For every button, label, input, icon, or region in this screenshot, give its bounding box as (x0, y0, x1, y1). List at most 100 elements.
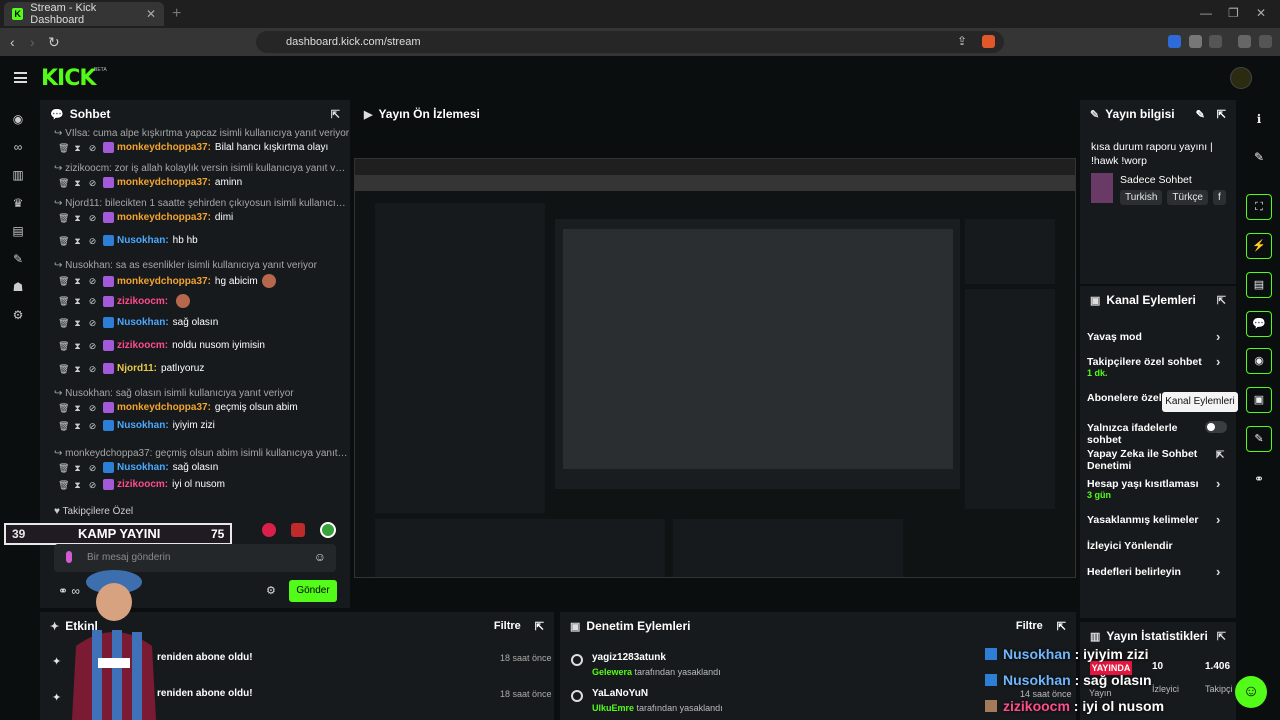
chevron-right-icon[interactable]: › (1216, 329, 1220, 344)
chat-username[interactable]: zizikoocm: (117, 479, 168, 490)
edit-icon[interactable]: ✎ (1196, 108, 1205, 121)
delete-icon[interactable]: 🗑 (58, 296, 69, 306)
emote-icon[interactable] (291, 523, 305, 537)
timeout-icon[interactable]: ⧗ (73, 480, 82, 490)
ban-icon[interactable]: ⊘ (88, 236, 97, 246)
chat-username[interactable]: zizikoocm: (117, 296, 168, 307)
library-icon[interactable]: ▤ (11, 224, 25, 238)
chat-message[interactable]: ↪ monkeydchoppa37: geçmiş olsun abim isi… (50, 448, 350, 473)
timeout-icon[interactable]: ⧗ (73, 178, 82, 188)
chat-message[interactable]: 🗑 ⧗ ⊘ zizikoocm: iyi ol nusom (50, 479, 350, 490)
popout-icon[interactable]: ⇱ (1217, 294, 1226, 307)
chat-username[interactable]: monkeydchoppa37: (117, 177, 211, 188)
ban-icon[interactable]: ⊘ (88, 296, 97, 306)
timeout-icon[interactable]: ⧗ (73, 341, 82, 351)
chat-message[interactable]: ↪ Nusokhan: sağ olasın isimli kullanıcıy… (50, 388, 350, 413)
chat-username[interactable]: Nusokhan: (117, 462, 169, 473)
channel-action-item[interactable]: Takipçilere özel sohbet 1 dk. (1087, 356, 1207, 378)
emote-icon[interactable] (262, 523, 276, 537)
settings-gear-icon[interactable]: ⚙ (266, 584, 276, 597)
chat-username[interactable]: Njord11: (117, 363, 157, 374)
maximize-icon[interactable]: ❐ (1228, 6, 1239, 20)
banned-user[interactable]: yagiz1283atunk (592, 652, 666, 663)
chat-button[interactable]: 💬 (1246, 311, 1272, 337)
tag[interactable]: f (1212, 190, 1226, 205)
chat-username[interactable]: monkeydchoppa37: (117, 402, 211, 413)
support-chat-icon[interactable]: ☺ (1235, 676, 1267, 708)
send-button[interactable]: Gönder (289, 580, 337, 602)
bolt-button[interactable]: ⚡ (1246, 233, 1272, 259)
chat-message[interactable]: ↪ zizikoocm: zor iş allah kolaylık versi… (50, 163, 350, 188)
emoji-icon[interactable]: ☺ (314, 550, 326, 564)
browser-tab[interactable]: K Stream - Kick Dashboard ✕ (4, 2, 164, 26)
timeout-icon[interactable]: ⧗ (73, 276, 82, 286)
channel-action-item[interactable]: Yavaş mod (1087, 331, 1207, 343)
delete-icon[interactable]: 🗑 (58, 213, 69, 223)
channel-action-item[interactable]: Yapay Zeka ile Sohbet Denetimi (1087, 448, 1207, 472)
timeout-icon[interactable]: ⧗ (73, 463, 82, 473)
kick-logo[interactable]: KICK (41, 66, 96, 91)
delete-icon[interactable]: 🗑 (58, 178, 69, 188)
new-tab-icon[interactable]: + (172, 5, 181, 23)
delete-icon[interactable]: 🗑 (58, 143, 69, 153)
chat-username[interactable]: monkeydchoppa37: (117, 142, 211, 153)
delete-icon[interactable]: 🗑 (58, 403, 69, 413)
share-icon[interactable]: ⇪ (957, 34, 967, 48)
delete-icon[interactable]: 🗑 (58, 364, 69, 374)
timeout-icon[interactable]: ⧗ (73, 403, 82, 413)
ban-icon[interactable]: ⊘ (88, 463, 97, 473)
chat-username[interactable]: Nusokhan: (117, 317, 169, 328)
timeout-icon[interactable]: ⧗ (73, 213, 82, 223)
forward-icon[interactable]: › (30, 34, 35, 50)
chat-message[interactable]: 🗑 ⧗ ⊘ zizikoocm: noldu nusom iyimisin (50, 340, 350, 351)
analytics-icon[interactable]: ▥ (11, 168, 25, 182)
puzzle-icon[interactable] (1189, 35, 1202, 48)
notes-button[interactable]: ▤ (1246, 272, 1272, 298)
stream-icon[interactable]: ◉ (11, 112, 25, 126)
timeout-icon[interactable]: ⧗ (73, 421, 82, 431)
media-icon[interactable] (1238, 35, 1251, 48)
community-icon[interactable]: ☗ (11, 280, 25, 294)
chat-message[interactable]: 🗑 ⧗ ⊘ Nusokhan: sağ olasın (50, 317, 350, 328)
tag[interactable]: Türkçe (1167, 190, 1208, 205)
chat-message[interactable]: 🗑 ⧗ ⊘ Njord11: patlıyoruz (50, 363, 350, 374)
tag[interactable]: Turkish (1120, 190, 1163, 205)
timeout-icon[interactable]: ⧗ (73, 296, 82, 306)
delete-icon[interactable]: 🗑 (58, 480, 69, 490)
ban-icon[interactable]: ⊘ (88, 318, 97, 328)
popout-icon[interactable]: ⇱ (1217, 630, 1226, 643)
back-icon[interactable]: ‹ (10, 34, 15, 50)
broadcast-button[interactable]: ◉ (1246, 348, 1272, 374)
delete-icon[interactable]: 🗑 (58, 421, 69, 431)
channel-action-item[interactable]: Yasaklanmış kelimeler (1087, 514, 1207, 526)
chat-message[interactable]: 🗑 ⧗ ⊘ Nusokhan: hb hb (50, 235, 350, 246)
timeout-icon[interactable]: ⧗ (73, 364, 82, 374)
hamburger-icon[interactable] (14, 72, 27, 83)
clip-button[interactable]: ⛶ (1246, 194, 1272, 220)
timeout-icon[interactable]: ⧗ (73, 318, 82, 328)
delete-icon[interactable]: 🗑 (58, 318, 69, 328)
external-link-icon[interactable]: ⇱ (1216, 450, 1224, 461)
community-icon[interactable]: ⚭ (1252, 472, 1266, 486)
popout-icon[interactable]: ⇱ (535, 620, 544, 633)
emote-icon[interactable] (320, 522, 336, 538)
trophy-icon[interactable]: ♛ (11, 196, 25, 210)
chat-username[interactable]: zizikoocm: (117, 340, 168, 351)
channel-action-item[interactable]: İzleyici Yönlendir (1087, 540, 1207, 552)
ban-icon[interactable]: ⊘ (88, 341, 97, 351)
chat-message[interactable]: 🗑 ⧗ ⊘ zizikoocm: (50, 294, 350, 308)
chat-username[interactable]: monkeydchoppa37: (117, 212, 211, 223)
reload-icon[interactable]: ↻ (48, 34, 60, 51)
ban-icon[interactable]: ⊘ (88, 213, 97, 223)
chevron-right-icon[interactable]: › (1216, 512, 1220, 527)
timeout-icon[interactable]: ⧗ (73, 143, 82, 153)
popout-icon[interactable]: ⇱ (1057, 620, 1066, 633)
emote-only-toggle[interactable] (1205, 421, 1227, 433)
chat-message[interactable]: ↪ VIlsa: cuma alpe kışkırtma yapcaz isim… (50, 128, 350, 153)
channel-action-item[interactable]: Hesap yaşı kısıtlaması 3 gün (1087, 478, 1207, 500)
delete-icon[interactable]: 🗑 (58, 236, 69, 246)
ban-icon[interactable]: ⊘ (88, 364, 97, 374)
url-field[interactable]: dashboard.kick.com/stream (256, 31, 1004, 53)
pen-icon[interactable]: ✎ (1252, 150, 1266, 164)
sidebar-icon[interactable] (1209, 35, 1222, 48)
